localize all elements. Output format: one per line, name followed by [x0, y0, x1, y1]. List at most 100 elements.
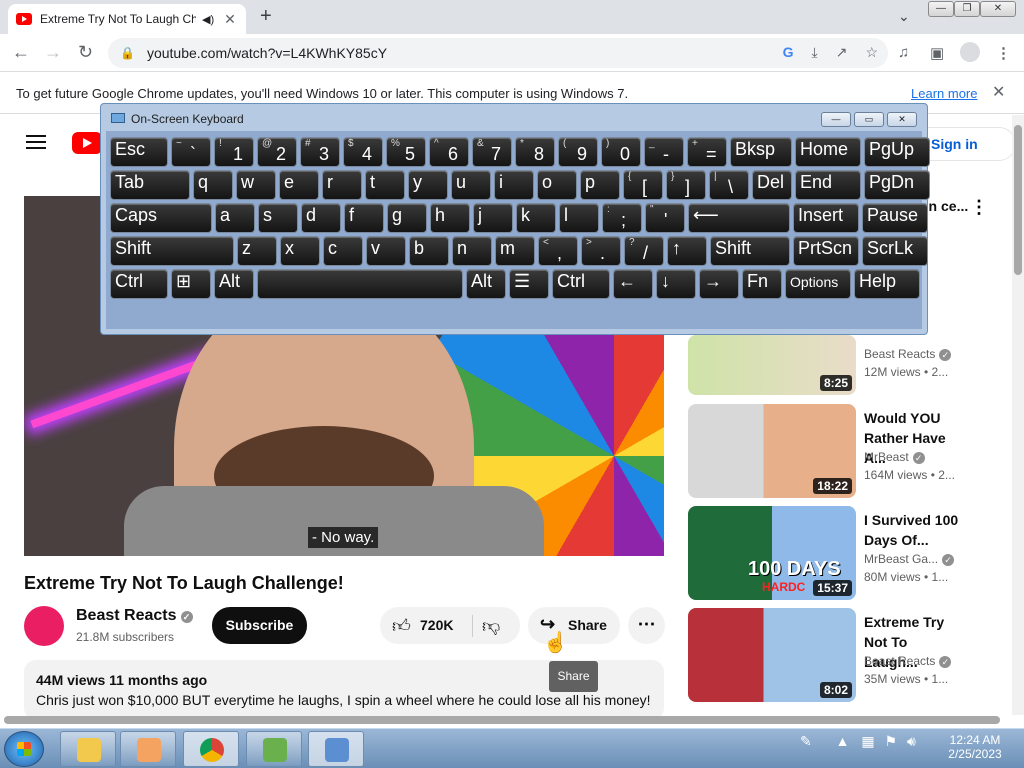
osk-key[interactable]: PrtScn [793, 236, 859, 266]
chrome-menu-icon[interactable]: ⋮ [996, 44, 1011, 62]
install-icon[interactable]: ⤓ [812, 44, 818, 61]
osk-key[interactable]: ! 1 [214, 137, 254, 167]
osk-key[interactable]: g [387, 203, 427, 233]
osk-key[interactable]: q [193, 170, 233, 200]
window-close-button[interactable]: ✕ [980, 1, 1016, 17]
forward-button[interactable]: → [44, 42, 62, 63]
menu-icon[interactable] [26, 135, 46, 149]
related-thumbnail[interactable]: 8:25 [688, 335, 856, 395]
osk-key[interactable]: ) 0 [601, 137, 641, 167]
minimize-button[interactable]: — [928, 1, 954, 17]
osk-key[interactable]: $4 [343, 137, 383, 167]
osk-key[interactable]: Del [752, 170, 792, 200]
osk-key[interactable]: Options [785, 269, 851, 299]
more-options-icon[interactable]: ⋮ [970, 197, 988, 218]
osk-key[interactable]: a [215, 203, 255, 233]
osk-key[interactable]: d [301, 203, 341, 233]
osk-key[interactable]: Pause [862, 203, 928, 233]
channel-name-text[interactable]: Beast Reacts [76, 607, 177, 624]
osk-key[interactable]: PgUp [864, 137, 930, 167]
osk-key[interactable]: Help [854, 269, 920, 299]
taskbar-media-player[interactable] [120, 731, 176, 767]
osk-key[interactable]: Ctrl [110, 269, 168, 299]
browser-tab[interactable]: Extreme Try Not To Laugh Ch ◀︎) ✕ [8, 4, 246, 34]
osk-key[interactable]: ~ ` [171, 137, 211, 167]
osk-key[interactable]: Caps [110, 203, 212, 233]
osk-close-button[interactable]: ✕ [887, 112, 917, 127]
osk-key[interactable]: n [452, 236, 492, 266]
restore-button[interactable]: ❐ [954, 1, 980, 17]
osk-key[interactable]: (9 [558, 137, 598, 167]
osk-key[interactable]: {[ [623, 170, 663, 200]
network-icon[interactable]: ▦ [861, 733, 874, 749]
osk-key[interactable]: | \ [709, 170, 749, 200]
google-lens-icon[interactable]: G [783, 44, 794, 61]
osk-key[interactable]: b [409, 236, 449, 266]
like-icon[interactable]: 👍︎ [392, 615, 411, 637]
osk-key[interactable]: r [322, 170, 362, 200]
osk-key[interactable] [257, 269, 463, 299]
share-button[interactable]: ↪ Share [528, 607, 620, 644]
osk-key[interactable]: " ' [645, 203, 685, 233]
osk-key[interactable]: → [699, 269, 739, 299]
osk-titlebar[interactable]: On-Screen Keyboard — ▭ ✕ [101, 104, 927, 132]
horizontal-scrollbar[interactable] [4, 716, 1000, 724]
osk-key[interactable]: Shift [110, 236, 234, 266]
tab-close-button[interactable]: ✕ [224, 11, 236, 28]
channel-name[interactable]: Beast Reacts ✓ [76, 607, 193, 625]
osk-key[interactable]: + = [687, 137, 727, 167]
bookmark-star-icon[interactable]: ☆ [865, 44, 878, 61]
osk-minimize-button[interactable]: — [821, 112, 851, 127]
osk-key[interactable]: m [495, 236, 535, 266]
related-video[interactable]: 8:02 Extreme Try Not To Laugh... Beast R… [688, 608, 1018, 704]
related-thumbnail[interactable]: 100 DAYS HARDC 15:37 [688, 506, 856, 600]
osk-key[interactable]: w [236, 170, 276, 200]
osk-key[interactable]: ↓ [656, 269, 696, 299]
osk-key[interactable]: j [473, 203, 513, 233]
pen-icon[interactable]: ✎ [800, 733, 812, 749]
osk-maximize-button[interactable]: ▭ [854, 112, 884, 127]
taskbar-clock[interactable]: 12:24 AM 2/25/2023 [940, 733, 1010, 761]
osk-key[interactable]: @2 [257, 137, 297, 167]
osk-key[interactable]: <, [538, 236, 578, 266]
learn-more-link[interactable]: Learn more [911, 86, 977, 101]
new-tab-button[interactable]: + [260, 5, 272, 28]
osk-key[interactable]: #3 [300, 137, 340, 167]
profile-avatar-icon[interactable] [960, 42, 980, 62]
osk-key[interactable]: ? / [624, 236, 664, 266]
osk-key[interactable]: ScrLk [862, 236, 928, 266]
osk-key[interactable]: t [365, 170, 405, 200]
start-button[interactable] [4, 731, 44, 767]
osk-key[interactable]: z [237, 236, 277, 266]
share-page-icon[interactable]: ↗ [836, 44, 848, 61]
tab-search-icon[interactable]: ⌄ [898, 8, 910, 25]
osk-key[interactable]: Bksp [730, 137, 792, 167]
related-video[interactable]: 18:22 Would YOU Rather Have A... MrBeast… [688, 404, 1018, 500]
reload-button[interactable]: ↻ [78, 42, 93, 63]
osk-key[interactable]: Tab [110, 170, 190, 200]
osk-key[interactable]: _ - [644, 137, 684, 167]
osk-key[interactable]: ⟵ [688, 203, 790, 233]
osk-key[interactable]: ⊞ [171, 269, 211, 299]
side-panel-icon[interactable]: ▣ [930, 44, 944, 62]
related-thumbnail[interactable]: 18:22 [688, 404, 856, 498]
osk-key[interactable]: ↑ [667, 236, 707, 266]
osk-key[interactable]: o [537, 170, 577, 200]
osk-key[interactable]: Fn [742, 269, 782, 299]
osk-key[interactable]: u [451, 170, 491, 200]
related-video[interactable]: 100 DAYS HARDC 15:37 I Survived 100 Days… [688, 506, 1018, 602]
media-control-icon[interactable]: ♫ [898, 44, 909, 61]
osk-key[interactable]: p [580, 170, 620, 200]
tray-expand-icon[interactable]: ▲ [836, 733, 850, 749]
taskbar-explorer[interactable] [60, 731, 116, 767]
page-scrollbar[interactable] [1012, 115, 1024, 715]
volume-icon[interactable]: 🔊︎ [907, 733, 916, 749]
taskbar-csharp[interactable] [246, 731, 302, 767]
osk-key[interactable]: PgDn [864, 170, 930, 200]
youtube-logo[interactable] [72, 132, 102, 154]
osk-key[interactable]: ☰ [509, 269, 549, 299]
osk-key[interactable]: k [516, 203, 556, 233]
osk-key[interactable]: Ctrl [552, 269, 610, 299]
osk-key[interactable]: >. [581, 236, 621, 266]
back-button[interactable]: ← [12, 42, 30, 63]
